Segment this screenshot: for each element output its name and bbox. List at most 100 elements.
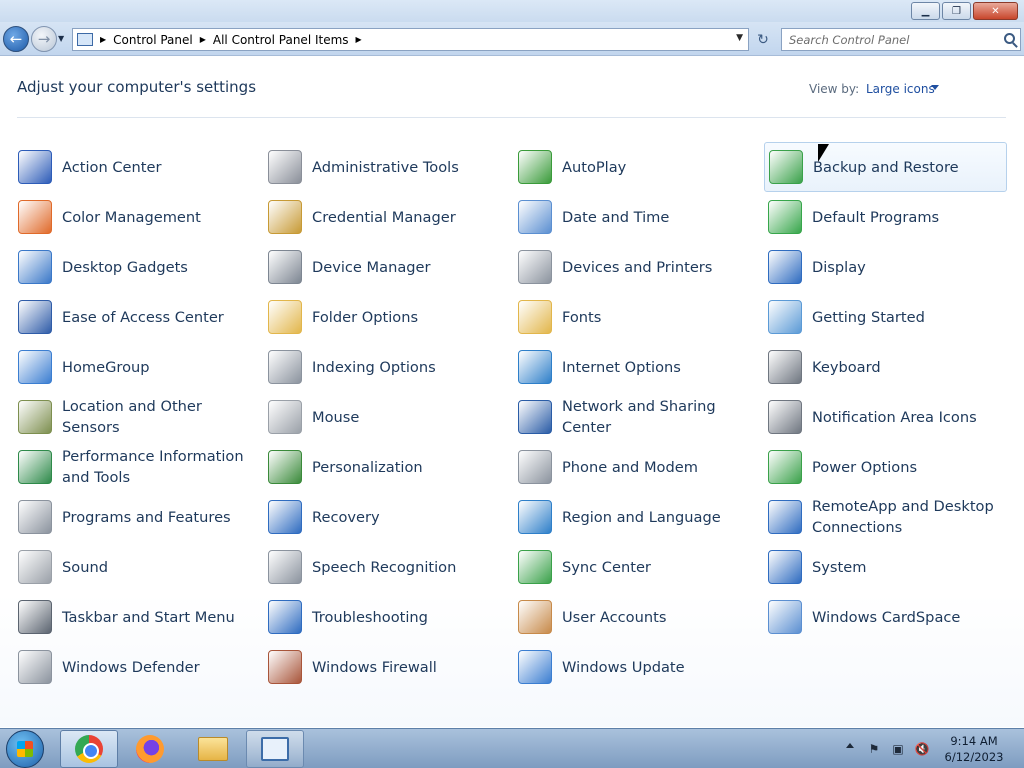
cpl-item-windows-defender[interactable]: Windows Defender <box>14 642 264 692</box>
cpl-item-label: Troubleshooting <box>312 608 428 626</box>
mouse-icon <box>268 400 302 434</box>
cpl-item-user-accounts[interactable]: User Accounts <box>514 592 764 642</box>
cpl-item-internet-options[interactable]: Internet Options <box>514 342 764 392</box>
taskbar-explorer-button[interactable] <box>184 730 242 768</box>
action-center-flag-icon[interactable]: ⚑ <box>866 741 882 757</box>
search-icon[interactable] <box>1004 33 1015 44</box>
cpl-item-recovery[interactable]: Recovery <box>264 492 514 542</box>
cpl-item-label: Recovery <box>312 508 380 526</box>
cpl-item-devices-and-printers[interactable]: Devices and Printers <box>514 242 764 292</box>
refresh-button[interactable]: ↻ <box>752 30 774 50</box>
autoplay-icon <box>518 150 552 184</box>
cpl-item-label: Phone and Modem <box>562 458 698 476</box>
phone-icon <box>518 450 552 484</box>
breadcrumb-all-items[interactable]: All Control Panel Items <box>213 33 349 47</box>
cpl-item-homegroup[interactable]: HomeGroup <box>14 342 264 392</box>
back-button[interactable]: ← <box>3 26 29 52</box>
users-icon <box>518 600 552 634</box>
cpl-item-label: Fonts <box>562 308 602 326</box>
cpl-item-personalization[interactable]: Personalization <box>264 442 514 492</box>
cpl-item-credential-manager[interactable]: Credential Manager <box>264 192 514 242</box>
fonts-icon <box>518 300 552 334</box>
cpl-item-performance-information-and-tools[interactable]: Performance Information and Tools <box>14 442 264 492</box>
search-box[interactable] <box>781 28 1021 51</box>
crumb-separator-icon[interactable]: ▶ <box>100 35 106 44</box>
cpl-item-label: Default Programs <box>812 208 940 226</box>
cpl-item-backup-and-restore[interactable]: Backup and Restore <box>764 142 1007 192</box>
view-by-label: View by: <box>809 82 860 96</box>
flag-icon <box>18 150 52 184</box>
recent-pages-button[interactable]: ▼ <box>58 34 64 43</box>
power-icon <box>768 450 802 484</box>
speaker-icon <box>18 550 52 584</box>
cpl-item-date-and-time[interactable]: Date and Time <box>514 192 764 242</box>
cpl-item-label: Speech Recognition <box>312 558 457 576</box>
view-by-caret-icon[interactable] <box>931 85 939 90</box>
cpl-item-speech-recognition[interactable]: Speech Recognition <box>264 542 514 592</box>
firewall-icon <box>268 650 302 684</box>
cpl-item-phone-and-modem[interactable]: Phone and Modem <box>514 442 764 492</box>
cpl-item-color-management[interactable]: Color Management <box>14 192 264 242</box>
cpl-item-label: Desktop Gadgets <box>62 258 188 276</box>
cpl-item-autoplay[interactable]: AutoPlay <box>514 142 764 192</box>
sensor-icon <box>18 400 52 434</box>
cpl-item-label: Indexing Options <box>312 358 436 376</box>
search-input[interactable] <box>789 32 999 47</box>
minimize-button[interactable]: ▁ <box>911 2 940 20</box>
breadcrumb-control-panel[interactable]: Control Panel <box>113 33 193 47</box>
address-bar[interactable]: ▶ Control Panel ▶ All Control Panel Item… <box>72 28 749 51</box>
cpl-item-region-and-language[interactable]: Region and Language <box>514 492 764 542</box>
cpl-item-label: Date and Time <box>562 208 670 226</box>
cpl-item-sound[interactable]: Sound <box>14 542 264 592</box>
taskbar-chrome-button[interactable] <box>60 730 118 768</box>
view-by-dropdown[interactable]: Large icons <box>866 82 935 96</box>
cpl-item-display[interactable]: Display <box>764 242 1014 292</box>
cpl-item-location-and-other-sensors[interactable]: Location and Other Sensors <box>14 392 264 442</box>
cpl-item-windows-firewall[interactable]: Windows Firewall <box>264 642 514 692</box>
cpl-item-ease-of-access-center[interactable]: Ease of Access Center <box>14 292 264 342</box>
start-button[interactable] <box>6 730 44 768</box>
cpl-item-windows-cardspace[interactable]: Windows CardSpace <box>764 592 1014 642</box>
cpl-item-troubleshooting[interactable]: Troubleshooting <box>264 592 514 642</box>
cpl-item-sync-center[interactable]: Sync Center <box>514 542 764 592</box>
crumb-separator-icon[interactable]: ▶ <box>356 35 362 44</box>
volume-muted-icon[interactable]: 🔇 <box>914 741 930 757</box>
cpl-item-system[interactable]: System <box>764 542 1014 592</box>
cpl-item-label: Action Center <box>62 158 162 176</box>
taskbar-control-panel-button[interactable] <box>246 730 304 768</box>
cpl-item-label: Display <box>812 258 866 276</box>
cpl-item-programs-and-features[interactable]: Programs and Features <box>14 492 264 542</box>
cpl-item-indexing-options[interactable]: Indexing Options <box>264 342 514 392</box>
cpl-item-network-and-sharing-center[interactable]: Network and Sharing Center <box>514 392 764 442</box>
windows-logo-icon <box>17 741 33 757</box>
cpl-item-device-manager[interactable]: Device Manager <box>264 242 514 292</box>
performance-icon <box>18 450 52 484</box>
cpl-item-fonts[interactable]: Fonts <box>514 292 764 342</box>
cpl-item-keyboard[interactable]: Keyboard <box>764 342 1014 392</box>
cpl-item-getting-started[interactable]: Getting Started <box>764 292 1014 342</box>
cpl-item-desktop-gadgets[interactable]: Desktop Gadgets <box>14 242 264 292</box>
cpl-item-windows-update[interactable]: Windows Update <box>514 642 764 692</box>
clock-time: 9:14 AM <box>950 734 998 748</box>
cpl-item-power-options[interactable]: Power Options <box>764 442 1014 492</box>
cpl-item-action-center[interactable]: Action Center <box>14 142 264 192</box>
close-button[interactable]: ✕ <box>973 2 1018 20</box>
cpl-item-taskbar-and-start-menu[interactable]: Taskbar and Start Menu <box>14 592 264 642</box>
taskbar-firefox-button[interactable] <box>121 730 179 768</box>
restore-button[interactable]: ❐ <box>942 2 971 20</box>
taskbar-clock[interactable]: 9:14 AM 6/12/2023 <box>936 733 1012 765</box>
cpl-item-default-programs[interactable]: Default Programs <box>764 192 1014 242</box>
address-dropdown-icon[interactable]: ▼ <box>736 33 743 43</box>
show-hidden-icons-icon[interactable] <box>846 743 854 748</box>
cpl-item-label: Ease of Access Center <box>62 308 224 326</box>
cpl-item-mouse[interactable]: Mouse <box>264 392 514 442</box>
calendar-clock-icon <box>518 200 552 234</box>
network-icon[interactable]: ▣ <box>890 741 906 757</box>
cpl-item-label: Internet Options <box>562 358 681 376</box>
cpl-item-folder-options[interactable]: Folder Options <box>264 292 514 342</box>
cpl-item-administrative-tools[interactable]: Administrative Tools <box>264 142 514 192</box>
cpl-item-notification-area-icons[interactable]: Notification Area Icons <box>764 392 1014 442</box>
cpl-item-remoteapp-and-desktop-connections[interactable]: RemoteApp and Desktop Connections <box>764 492 1014 542</box>
forward-button[interactable]: → <box>31 26 57 52</box>
crumb-separator-icon[interactable]: ▶ <box>200 35 206 44</box>
